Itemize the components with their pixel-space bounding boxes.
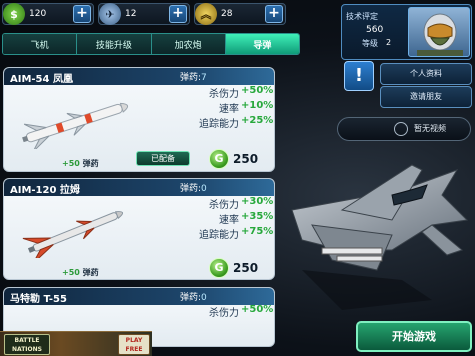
rank-chevron-icon: ︽ [195,3,217,25]
gold-resource: $ 120 + [2,3,94,25]
skill-rating-label: 技术评定 [346,12,378,21]
stat-value-tracking: +25% [241,115,274,126]
ad-banner[interactable]: BATTLE NATIONS PLAY FREE [0,331,152,356]
stat-value-damage: +30% [241,196,274,207]
ammo-count: 弹药:7 [180,73,207,83]
price-button[interactable]: G 250 [209,148,258,170]
weapon-card-aim120[interactable]: AIM-120 拉姆 弹药:0 杀伤力 +30% 速率 +35% 追踪能力 +7… [3,178,275,280]
tab-skill-upgrade[interactable]: 技能升级 [77,34,152,54]
equipped-badge: 已配备 [136,151,190,166]
green-coin-icon: G [209,149,229,169]
wings-resource: ✈ 12 + [98,3,190,25]
weapon-name: 马特勒 T-55 [10,294,67,305]
ammo-count: 弹药:0 [180,184,207,194]
start-game-button[interactable]: 开始游戏 [356,321,472,352]
skill-score: 560 [366,25,384,35]
stat-label-speed: 速率 [219,104,239,115]
stat-label-tracking: 追踪能力 [199,230,239,241]
personal-info-button[interactable]: 个人资料 [380,63,472,85]
buy-ammo-button[interactable]: +50 弹药 [62,158,99,169]
stat-value-damage: +50% [241,85,274,96]
buy-ammo-button[interactable]: +50 弹药 [62,267,99,278]
add-wings-button[interactable]: + [169,5,187,23]
tab-missiles[interactable]: 导弹 [225,34,299,54]
tab-aircraft[interactable]: 飞机 [3,34,78,54]
weapon-card-aim54[interactable]: AIM-54 凤凰 弹药:7 杀伤力 +50% 速率 +10% 追踪能力 +25… [3,67,275,172]
stat-label-damage: 杀伤力 [209,89,239,100]
level-label: 等级 [362,39,378,48]
invite-friends-button[interactable]: 邀请朋友 [380,86,472,108]
pilot-avatar [408,7,470,57]
level-value: 2 [386,38,392,47]
aim120-missile-icon [22,211,124,258]
wings-amount: 12 [125,9,137,19]
player-profile-panel[interactable]: 技术评定 560 等级 2 [341,4,472,60]
stat-label-tracking: 追踪能力 [199,119,239,130]
gold-coin-icon: $ [3,3,25,25]
stat-label-damage: 杀伤力 [209,308,239,319]
weapon-name: AIM-120 拉姆 [10,185,80,196]
alert-button[interactable]: ! [344,61,374,91]
gold-amount: 120 [29,9,47,19]
pilot-helmet-icon [417,13,463,56]
stat-label-speed: 速率 [219,215,239,226]
add-gold-button[interactable]: + [73,5,91,23]
stat-value-damage: +50% [241,304,274,315]
ammo-count: 弹药:0 [180,293,207,303]
price-button[interactable]: G 250 [209,257,258,279]
battle-nations-logo: BATTLE NATIONS [4,334,50,355]
price-amount: 250 [233,152,259,166]
stat-value-tracking: +75% [241,226,274,237]
resource-bar: $ 120 + ✈ 12 + ︽ 28 + [0,0,300,28]
rank-resource: ︽ 28 + [194,3,286,25]
aim54-missile-icon [22,102,129,149]
no-video-label: 暂无视频 [414,124,446,133]
stat-value-speed: +10% [241,100,274,111]
wings-icon: ✈ [99,3,121,25]
video-icon [394,122,408,136]
green-coin-icon: G [209,258,229,278]
add-rank-button[interactable]: + [265,5,283,23]
tab-cannon[interactable]: 加农炮 [151,34,226,54]
rank-amount: 28 [221,9,233,19]
fighter-jet-image [291,164,469,310]
no-video-button[interactable]: 暂无视频 [337,117,471,141]
play-free-button[interactable]: PLAY FREE [118,334,150,355]
stat-value-speed: +35% [241,211,274,222]
category-tabs: 飞机 技能升级 加农炮 导弹 [2,33,300,55]
weapon-name: AIM-54 凤凰 [10,74,73,85]
stat-label-damage: 杀伤力 [209,200,239,211]
price-amount: 250 [233,261,259,275]
